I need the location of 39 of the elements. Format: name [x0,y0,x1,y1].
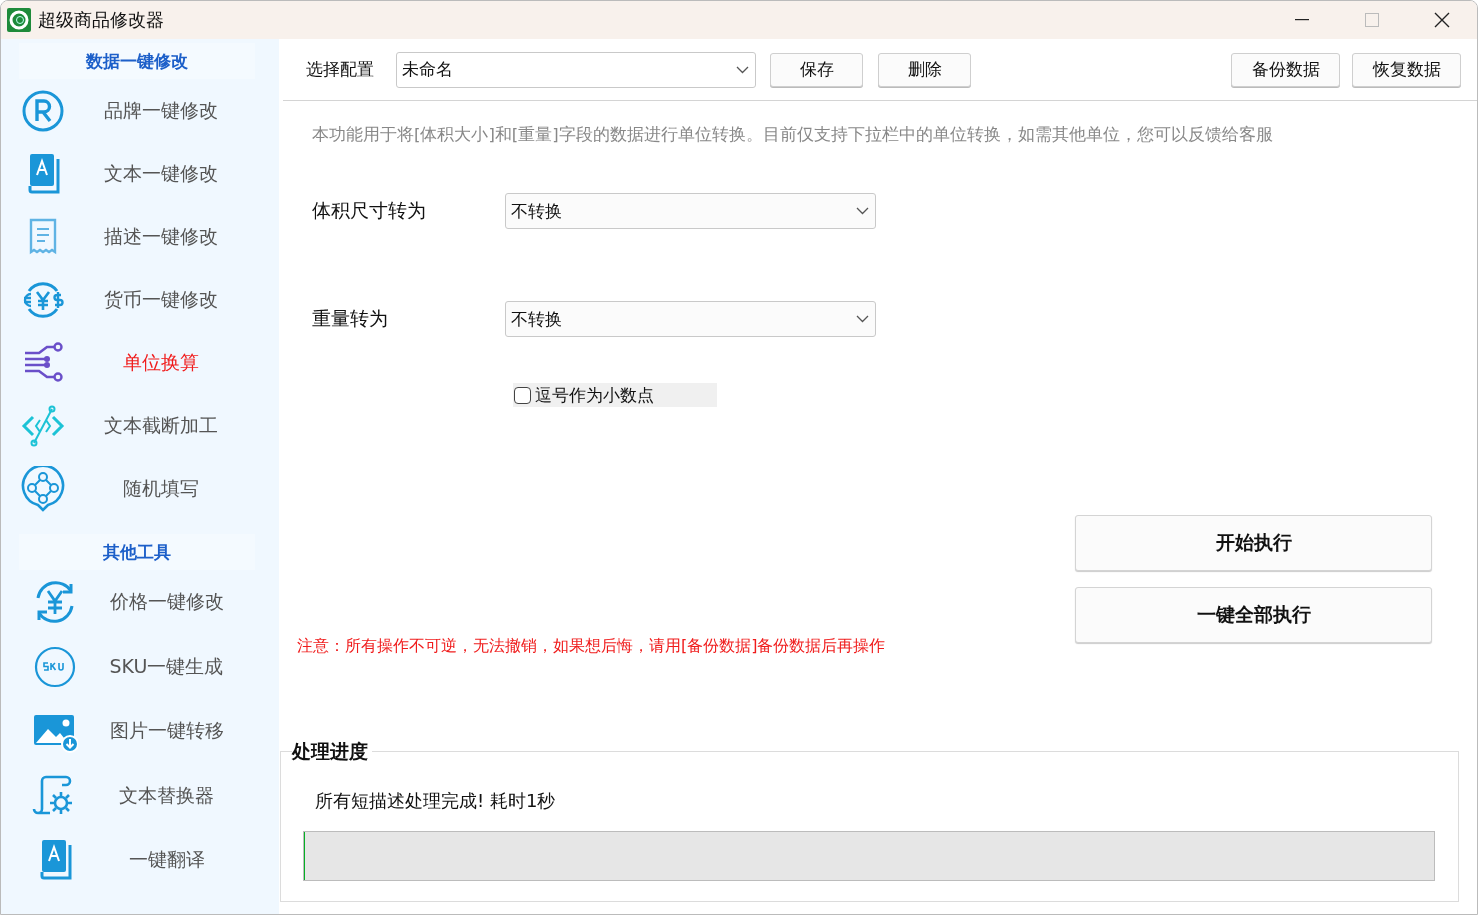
field-label: 重量转为 [312,306,389,331]
sidebar-item[interactable]: 价格一键修改 [1,570,279,635]
app-logo-icon [7,8,31,32]
checkbox-box[interactable] [514,386,531,404]
warning-text: 注意：所有操作不可逆，无法撤销，如果想后悔，请用[备份数据]备份数据后再操作 [297,636,887,657]
sidebar-section-header: 其他工具 [19,534,255,570]
sidebar-item[interactable]: 一键翻译 [1,828,279,893]
window-title: 超级商品修改器 [38,8,165,32]
sidebar-item[interactable]: 货币一键修改 [1,268,279,331]
chevron-down-icon [856,315,869,323]
sidebar-item[interactable]: 文本截断加工 [1,394,279,457]
chevron-down-icon [736,65,749,74]
sidebar-item[interactable]: 文本一键修改 [1,142,279,205]
unit-dropdown[interactable]: 不转换 [505,193,876,229]
action-button[interactable]: 一键全部执行 [1075,587,1432,643]
sidebar-item[interactable]: 文本替换器 [1,763,279,828]
toolbar-button[interactable]: 恢复数据 [1352,52,1461,87]
sidebar-item[interactable]: 品牌一键修改 [1,79,279,142]
sidebar-item[interactable]: SKU一键生成 [1,634,279,699]
minimize-icon[interactable] [1295,19,1309,21]
network-bubble-icon [20,465,66,512]
unit-dropdown[interactable]: 不转换 [505,301,876,337]
sidebar-section-header: 数据一键修改 [19,43,255,79]
toolbar-button[interactable]: 备份数据 [1231,52,1340,87]
field-label: 体积尺寸转为 [312,198,427,223]
action-button[interactable]: 开始执行 [1075,515,1432,571]
status-text: 所有短描述处理完成! 耗时1秒 [315,789,557,813]
description-text: 本功能用于将[体积大小]和[重量]字段的数据进行单位转换。目前仅支持下拉栏中的单位转换，如需其他单位，您可以反馈给客服 [312,124,1274,146]
sidebar-item[interactable]: 单位换算 [1,331,279,394]
close-icon[interactable] [1434,12,1450,28]
toolbar-button[interactable]: 保存 [770,52,863,87]
config-label: 选择配置 [306,58,374,81]
decimal-comma-checkbox[interactable]: 逗号作为小数点 [513,383,717,407]
toolbar-button[interactable]: 删除 [878,52,971,87]
sidebar-item[interactable]: 图片一键转移 [1,699,279,764]
chevron-down-icon [856,207,869,215]
sidebar-item[interactable]: 随机填写 [1,457,279,520]
sidebar-item[interactable]: 描述一键修改 [1,205,279,268]
config-dropdown[interactable]: 未命名 [396,51,756,88]
